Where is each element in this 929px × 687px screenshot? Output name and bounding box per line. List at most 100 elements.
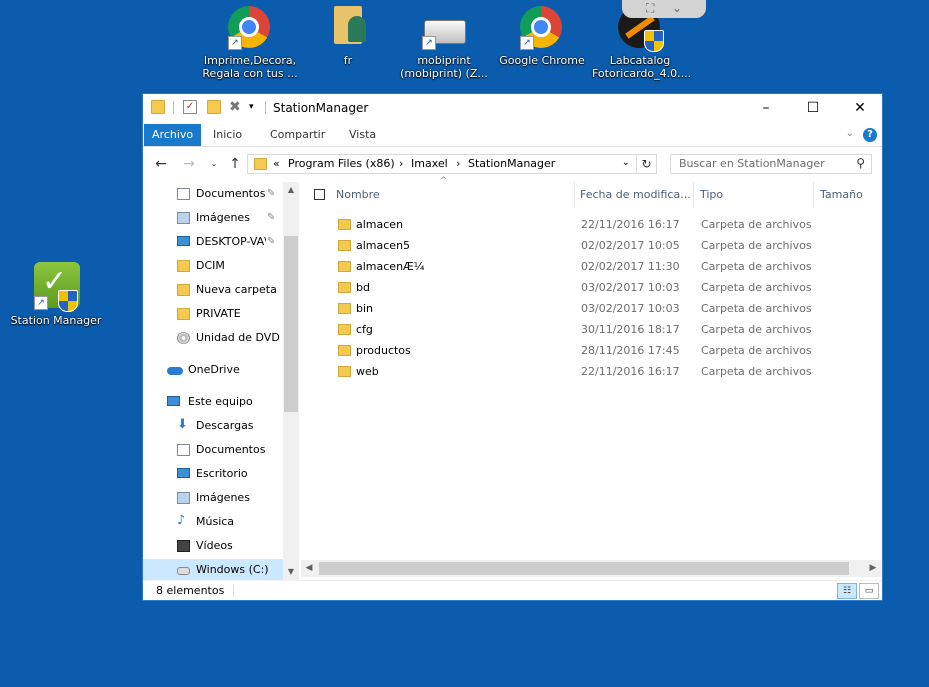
nav-item-windows-c[interactable]: Windows (C:) [143, 559, 283, 580]
tab-vista[interactable]: Vista [349, 124, 376, 146]
column-header-nombre[interactable]: Nombre [336, 182, 380, 208]
search-placeholder: Buscar en StationManager [679, 157, 825, 170]
nav-item-private[interactable]: PRIVATE [143, 303, 283, 325]
desktop-icon-fr[interactable]: fr [300, 0, 396, 67]
address-bar[interactable]: « Program Files (x86) › Imaxel › Station… [247, 154, 637, 174]
nav-item-documentos[interactable]: Documentos [143, 439, 283, 461]
desktop-icon-imprime[interactable]: ↗ Imprime,Decora, Regala con tus ... [202, 0, 298, 80]
nav-item-desktop-va[interactable]: DESKTOP-VA\ ✎ [143, 231, 283, 253]
nav-item-escritorio[interactable]: Escritorio [143, 463, 283, 485]
breadcrumb-stationmanager[interactable]: StationManager [468, 157, 555, 170]
details-view-button[interactable]: ☷ [837, 583, 857, 599]
file-row[interactable]: cfg 30/11/2016 18:17 Carpeta de archivos [301, 319, 881, 340]
breadcrumb-separator[interactable]: › [456, 157, 460, 170]
pin-icon[interactable]: ✎ [267, 183, 275, 205]
pin-icon[interactable]: ✎ [267, 207, 275, 229]
breadcrumb-separator[interactable]: › [399, 157, 403, 170]
scrollbar-thumb[interactable] [284, 236, 298, 412]
ribbon-tabs: Archivo Inicio Compartir Vista ⌄ ? [143, 124, 882, 147]
close-button[interactable]: ✕ [837, 94, 883, 122]
breadcrumb-program-files[interactable]: Program Files (x86) [288, 157, 395, 170]
file-row[interactable]: almacen5 02/02/2017 10:05 Carpeta de arc… [301, 235, 881, 256]
horizontal-scrollbar[interactable]: ◀ ▶ [301, 560, 881, 577]
folder-icon [177, 284, 190, 296]
nav-item-imagenes-quick[interactable]: Imágenes ✎ [143, 207, 283, 229]
nav-item-videos[interactable]: Vídeos [143, 535, 283, 557]
qat-dropdown-icon[interactable]: ▾ [249, 100, 263, 114]
file-row[interactable]: web 22/11/2016 16:17 Carpeta de archivos [301, 361, 881, 382]
column-header-tipo[interactable]: Tipo [700, 182, 723, 208]
file-row[interactable]: productos 28/11/2016 17:45 Carpeta de ar… [301, 340, 881, 361]
file-type: Carpeta de archivos [701, 323, 812, 336]
scroll-up-icon[interactable]: ▲ [283, 182, 299, 198]
tab-compartir[interactable]: Compartir [270, 124, 325, 146]
nav-item-nueva-carpeta[interactable]: Nueva carpeta [143, 279, 283, 301]
nav-scrollbar[interactable]: ▲ ▼ [283, 182, 299, 580]
scroll-left-icon[interactable]: ◀ [301, 560, 317, 577]
desktop-icon-station-manager[interactable]: ↗ Station Manager [8, 256, 104, 327]
tab-inicio[interactable]: Inicio [213, 124, 242, 146]
forward-button[interactable]: → [180, 155, 198, 173]
desktop-icon-label: Station Manager [10, 314, 102, 327]
minimize-button[interactable]: – [743, 94, 789, 122]
column-separator[interactable] [693, 182, 694, 208]
nav-item-documentos-quick[interactable]: Documentos ✎ [143, 183, 283, 205]
help-icon[interactable]: ? [863, 128, 877, 142]
nav-item-onedrive[interactable]: OneDrive [143, 359, 283, 381]
search-icon: ⚲ [856, 156, 865, 170]
properties-icon[interactable]: ✓ [183, 100, 197, 114]
nav-item-label: Este equipo [188, 395, 253, 408]
fullscreen-icon[interactable]: ⛶ [646, 0, 654, 16]
nav-item-este-equipo[interactable]: Este equipo [143, 391, 283, 413]
column-separator[interactable] [813, 182, 814, 208]
folder-icon [338, 366, 351, 377]
select-all-checkbox[interactable] [314, 189, 325, 200]
chevron-down-icon[interactable]: ⌄ [672, 0, 682, 16]
separator [265, 101, 266, 114]
scroll-right-icon[interactable]: ▶ [865, 560, 881, 577]
new-folder-icon[interactable] [207, 100, 221, 114]
nav-item-dvd[interactable]: Unidad de DVD R [143, 327, 283, 349]
nav-item-label: Windows (C:) [196, 563, 269, 576]
large-icons-view-button[interactable]: ▭ [859, 583, 879, 599]
title-bar[interactable]: ✓ ✖ ▾ StationManager – ☐ ✕ [143, 94, 882, 122]
column-separator[interactable] [574, 182, 575, 208]
pin-icon[interactable]: ✎ [267, 231, 275, 253]
navigation-pane: Documentos ✎ Imágenes ✎ DESKTOP-VA\ ✎ DC… [143, 182, 299, 580]
tab-archivo[interactable]: Archivo [144, 124, 202, 146]
search-box[interactable]: Buscar en StationManager ⚲ [670, 154, 872, 174]
column-header-tamano[interactable]: Tamaño [820, 182, 863, 208]
file-date: 03/02/2017 10:03 [581, 302, 680, 315]
delete-icon[interactable]: ✖ [229, 100, 243, 114]
up-button[interactable]: ↑ [226, 155, 244, 173]
expand-ribbon-icon[interactable]: ⌄ [846, 128, 854, 139]
breadcrumb-imaxel[interactable]: Imaxel [411, 157, 448, 170]
file-row[interactable]: bd 03/02/2017 10:03 Carpeta de archivos [301, 277, 881, 298]
maximize-button[interactable]: ☐ [790, 94, 836, 122]
refresh-button[interactable]: ↻ [637, 154, 657, 174]
nav-item-dcim[interactable]: DCIM [143, 255, 283, 277]
folder-icon [338, 324, 351, 335]
file-row[interactable]: bin 03/02/2017 10:03 Carpeta de archivos [301, 298, 881, 319]
status-bar: 8 elementos ☷ ▭ [143, 580, 882, 601]
file-row[interactable]: almacen 22/11/2016 16:17 Carpeta de arch… [301, 214, 881, 235]
desktop-icon-google-chrome[interactable]: ↗ Google Chrome [494, 0, 590, 67]
desktop: { "colors": {"desktop_bg": "#0b5cad", "a… [0, 0, 929, 687]
address-dropdown-icon[interactable]: ⌄ [622, 157, 630, 168]
recent-locations-icon[interactable]: ⌄ [205, 155, 223, 173]
column-header-fecha[interactable]: Fecha de modifica... [580, 182, 691, 208]
scroll-down-icon[interactable]: ▼ [283, 564, 299, 580]
desktop-icon-mobiprint[interactable]: ↗ mobiprint (mobiprint) (Z... [396, 0, 492, 80]
nav-item-descargas[interactable]: ⬇ Descargas [143, 415, 283, 437]
station-manager-icon: ↗ [34, 262, 80, 312]
file-type: Carpeta de archivos [701, 239, 812, 252]
scrollbar-thumb[interactable] [319, 562, 849, 575]
nav-item-imagenes[interactable]: Imágenes [143, 487, 283, 509]
folder-icon [338, 303, 351, 314]
nav-item-musica[interactable]: ♪ Música [143, 511, 283, 533]
breadcrumb-overflow[interactable]: « [273, 157, 280, 170]
desktop-icon-label: Google Chrome [499, 54, 585, 67]
file-row[interactable]: almacenÆ¼ 02/02/2017 11:30 Carpeta de ar… [301, 256, 881, 277]
back-button[interactable]: ← [152, 155, 170, 173]
remote-toolbar[interactable]: ⛶ ⌄ [622, 0, 706, 18]
